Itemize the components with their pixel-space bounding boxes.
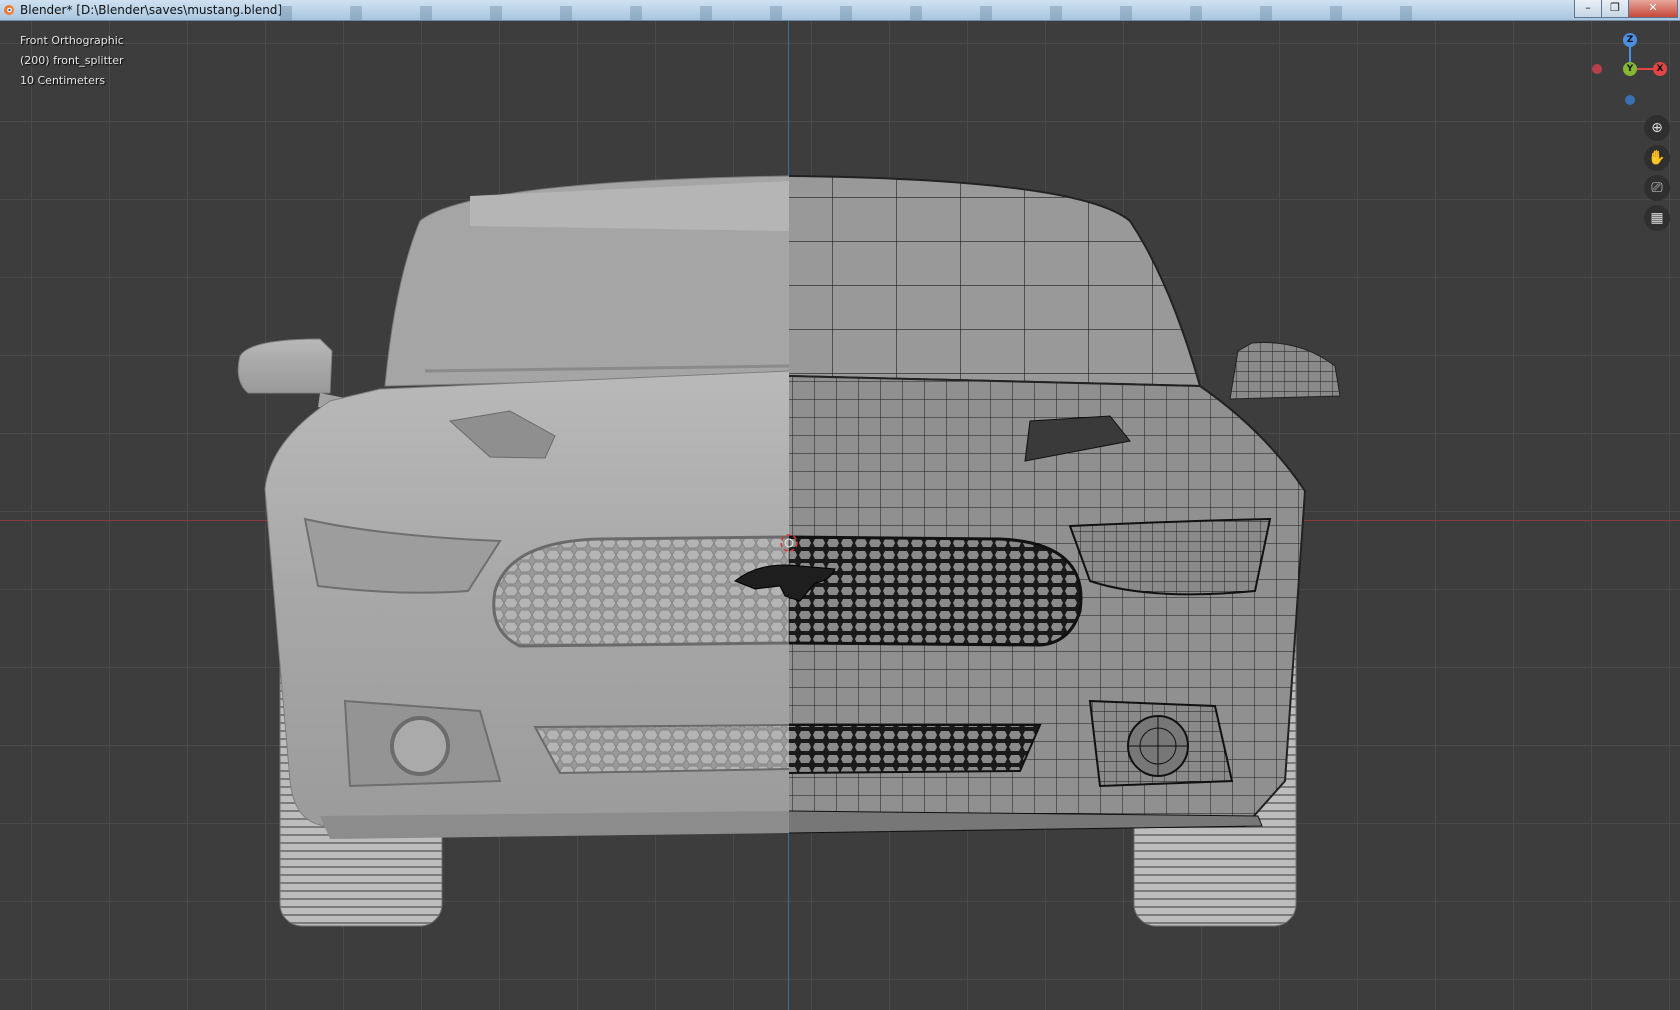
maximize-button[interactable]: ❐ <box>1601 0 1629 18</box>
neg-x-axis-icon[interactable] <box>1592 64 1602 74</box>
active-object-label: (200) front_splitter <box>20 54 124 67</box>
neg-z-axis-icon[interactable] <box>1625 95 1635 105</box>
grid-scale-label: 10 Centimeters <box>20 74 106 87</box>
minimize-button[interactable]: – <box>1574 0 1602 18</box>
3d-viewport[interactable]: Front Orthographic (200) front_splitter … <box>0 21 1680 1010</box>
window-titlebar: Blender* [D:\Blender\saves\mustang.blend… <box>0 0 1680 21</box>
window-title: Blender* [D:\Blender\saves\mustang.blend… <box>20 3 283 17</box>
view-name-label: Front Orthographic <box>20 34 124 47</box>
z-axis-icon[interactable]: Z <box>1623 33 1637 47</box>
blender-logo-icon <box>4 5 14 15</box>
background-taskbar <box>280 6 1440 20</box>
mustang-model[interactable] <box>0 21 1680 1010</box>
pan-hand-icon[interactable]: ✋ <box>1644 145 1670 171</box>
camera-icon[interactable]: ⎚ <box>1644 175 1670 201</box>
y-axis-icon[interactable]: Y <box>1623 62 1637 76</box>
x-axis-icon[interactable]: X <box>1653 62 1667 76</box>
grid-icon[interactable]: ▦ <box>1644 205 1670 231</box>
zoom-icon[interactable]: ⊕ <box>1644 115 1670 141</box>
close-button[interactable]: ✕ <box>1628 0 1678 18</box>
viewport-info: Front Orthographic (200) front_splitter … <box>20 31 124 91</box>
